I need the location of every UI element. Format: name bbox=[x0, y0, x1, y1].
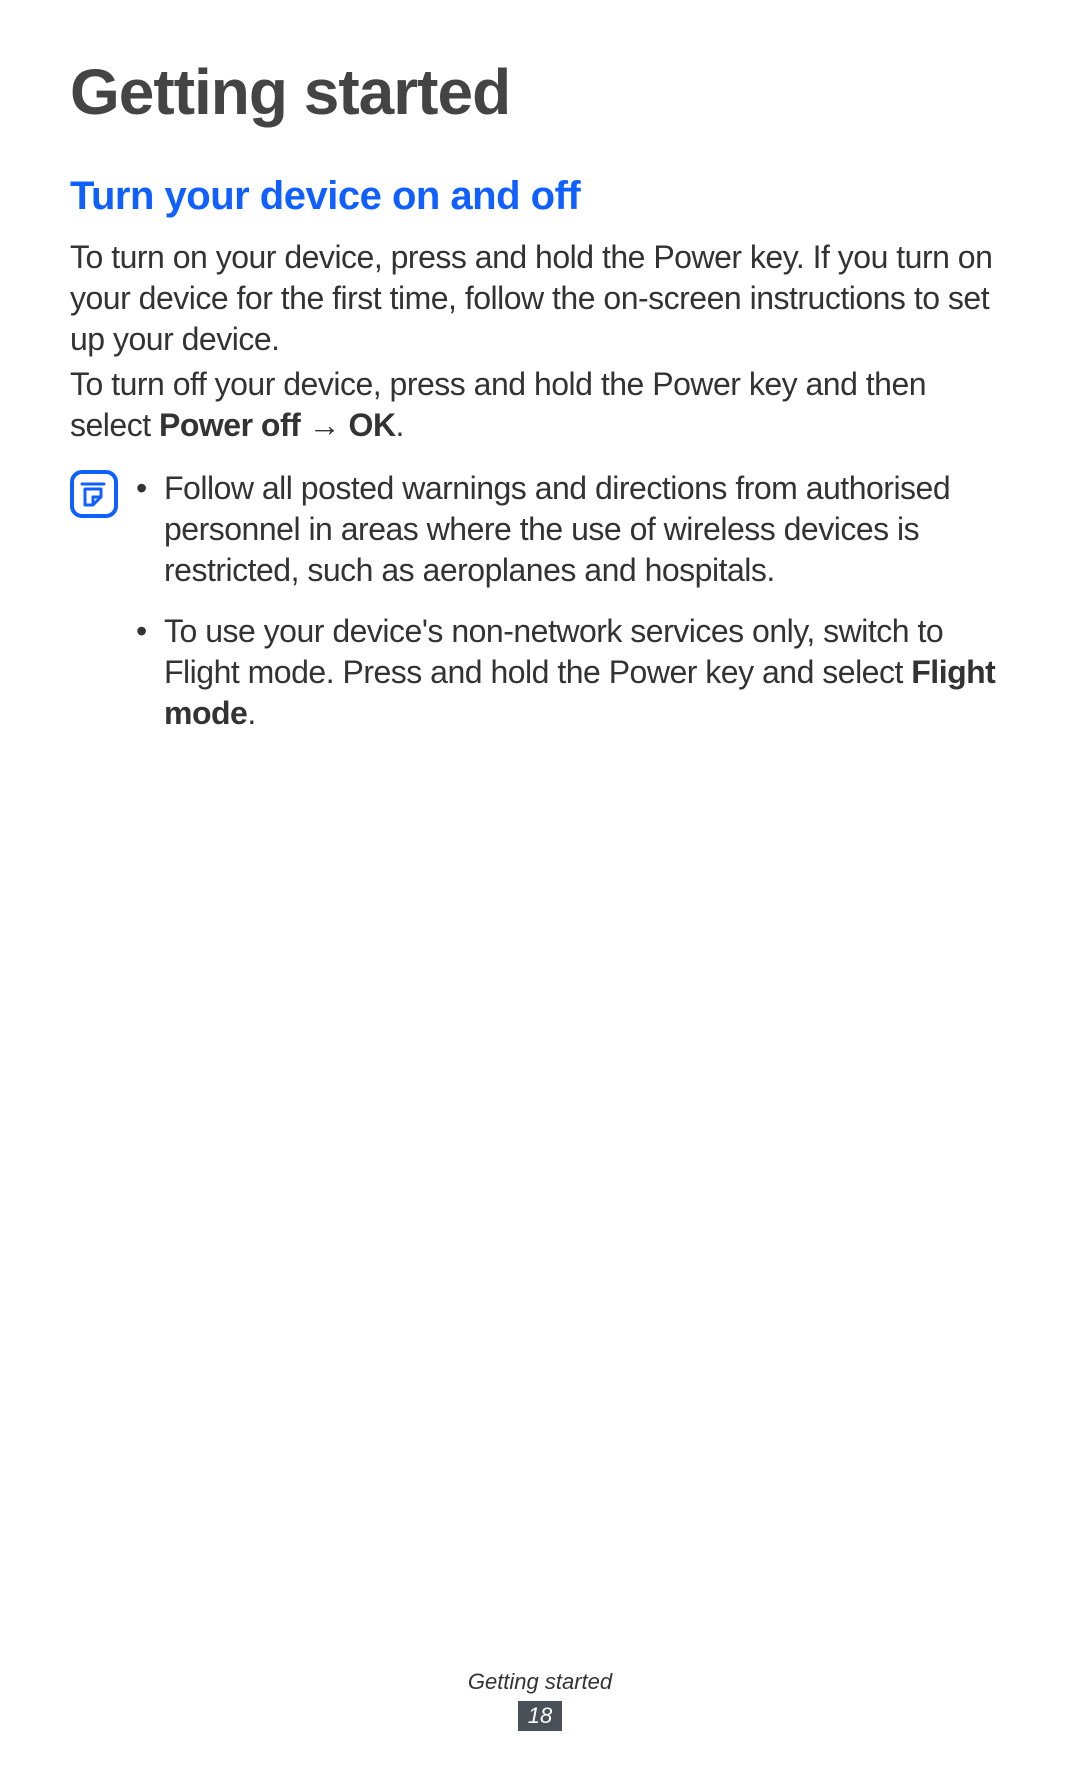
note-item2-post: . bbox=[247, 695, 255, 731]
note-list: Follow all posted warnings and direction… bbox=[136, 468, 1010, 754]
note-block: Follow all posted warnings and direction… bbox=[70, 468, 1010, 754]
section-heading-turn-on-off: Turn your device on and off bbox=[70, 174, 1010, 219]
note-list-item: To use your device's non-network service… bbox=[136, 611, 1010, 734]
footer-page-number: 18 bbox=[518, 1701, 562, 1731]
page-footer: Getting started 18 bbox=[0, 1669, 1080, 1731]
para2-post: . bbox=[396, 407, 404, 443]
para2-bold-ok: OK bbox=[349, 407, 396, 443]
note-item2-pre: To use your device's non-network service… bbox=[164, 613, 943, 690]
body-paragraph: To turn off your device, press and hold … bbox=[70, 364, 1010, 446]
page-title: Getting started bbox=[70, 55, 1010, 129]
para2-bold-poweroff: Power off bbox=[159, 407, 300, 443]
body-paragraph: To turn on your device, press and hold t… bbox=[70, 237, 1010, 360]
para2-arrow: → bbox=[300, 407, 348, 443]
footer-section-title: Getting started bbox=[0, 1669, 1080, 1695]
note-icon bbox=[70, 470, 118, 518]
note-list-item: Follow all posted warnings and direction… bbox=[136, 468, 1010, 591]
